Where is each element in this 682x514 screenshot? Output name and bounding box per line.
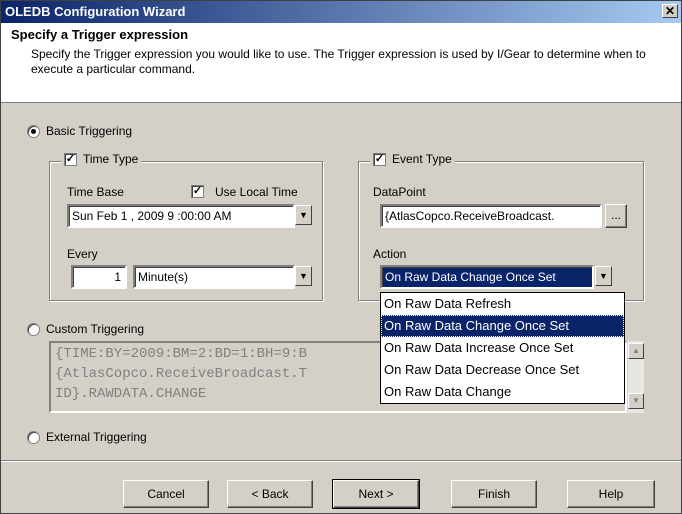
- interval-unit-select[interactable]: Minute(s): [133, 265, 295, 289]
- event-type-legend: ✓ Event Type: [370, 152, 455, 167]
- page-description: Specify the Trigger expression you would…: [31, 47, 646, 76]
- external-triggering-radio[interactable]: [27, 431, 40, 444]
- use-local-time-label: Use Local Time: [215, 185, 298, 199]
- use-local-time-checkbox[interactable]: ✓: [191, 185, 204, 198]
- close-button[interactable]: ✕: [662, 4, 678, 18]
- basic-triggering-radio[interactable]: [27, 125, 40, 138]
- chevron-down-icon: ▼: [299, 271, 308, 281]
- check-icon: ✓: [192, 185, 203, 197]
- event-type-checkbox[interactable]: ✓: [373, 153, 386, 167]
- event-type-label: Event Type: [392, 152, 452, 166]
- action-label: Action: [373, 247, 407, 261]
- chevron-down-icon: ▼: [299, 210, 308, 220]
- check-icon: ✓: [374, 153, 385, 166]
- action-option[interactable]: On Raw Data Decrease Once Set: [381, 359, 624, 381]
- arrow-down-icon: ▼: [632, 396, 640, 405]
- scroll-up-button[interactable]: ▲: [628, 343, 644, 359]
- next-button[interactable]: Next >: [332, 479, 420, 509]
- check-icon: ✓: [65, 153, 76, 166]
- datapoint-label: DataPoint: [373, 185, 426, 199]
- time-type-checkbox[interactable]: ✓: [64, 153, 77, 167]
- action-dropdown-list: On Raw Data Refresh On Raw Data Change O…: [380, 292, 625, 404]
- every-label: Every: [67, 247, 98, 261]
- scroll-down-button[interactable]: ▼: [628, 393, 644, 409]
- cancel-button[interactable]: Cancel: [123, 480, 209, 508]
- chevron-down-icon: ▼: [599, 271, 608, 281]
- time-base-dropdown-button[interactable]: ▼: [295, 205, 312, 225]
- wizard-window: OLEDB Configuration Wizard ✕ Specify a T…: [0, 0, 682, 514]
- page-title: Specify a Trigger expression: [11, 27, 189, 42]
- custom-triggering-label: Custom Triggering: [46, 322, 145, 336]
- close-icon: ✕: [664, 4, 676, 18]
- action-option-selected[interactable]: On Raw Data Change Once Set: [381, 315, 624, 337]
- wizard-header: Specify a Trigger expression Specify the…: [1, 23, 681, 103]
- action-option[interactable]: On Raw Data Increase Once Set: [381, 337, 624, 359]
- interval-unit-dropdown-button[interactable]: ▼: [295, 266, 312, 286]
- time-type-label: Time Type: [83, 152, 139, 166]
- action-select[interactable]: On Raw Data Change Once Set: [380, 265, 594, 289]
- window-title: OLEDB Configuration Wizard: [5, 4, 186, 19]
- datapoint-input[interactable]: {AtlasCopco.ReceiveBroadcast.: [380, 204, 602, 228]
- action-dropdown-button[interactable]: ▼: [595, 266, 612, 286]
- every-input[interactable]: 1: [71, 265, 127, 289]
- action-option[interactable]: On Raw Data Change: [381, 381, 624, 403]
- time-type-legend: ✓ Time Type: [61, 152, 142, 167]
- finish-button[interactable]: Finish: [451, 480, 537, 508]
- help-button[interactable]: Help: [567, 480, 655, 508]
- external-triggering-label: External Triggering: [46, 430, 147, 444]
- expression-scrollbar[interactable]: ▲ ▼: [627, 341, 644, 413]
- time-base-label: Time Base: [67, 185, 124, 199]
- custom-triggering-radio[interactable]: [27, 323, 40, 336]
- basic-triggering-label: Basic Triggering: [46, 124, 133, 138]
- back-button[interactable]: < Back: [227, 480, 313, 508]
- title-bar: OLEDB Configuration Wizard ✕: [1, 1, 681, 23]
- footer-separator: [1, 460, 681, 462]
- arrow-up-icon: ▲: [632, 346, 640, 355]
- time-base-picker[interactable]: Sun Feb 1 , 2009 9 :00:00 AM: [67, 204, 295, 228]
- action-option[interactable]: On Raw Data Refresh: [381, 293, 624, 315]
- browse-button[interactable]: ...: [605, 204, 627, 228]
